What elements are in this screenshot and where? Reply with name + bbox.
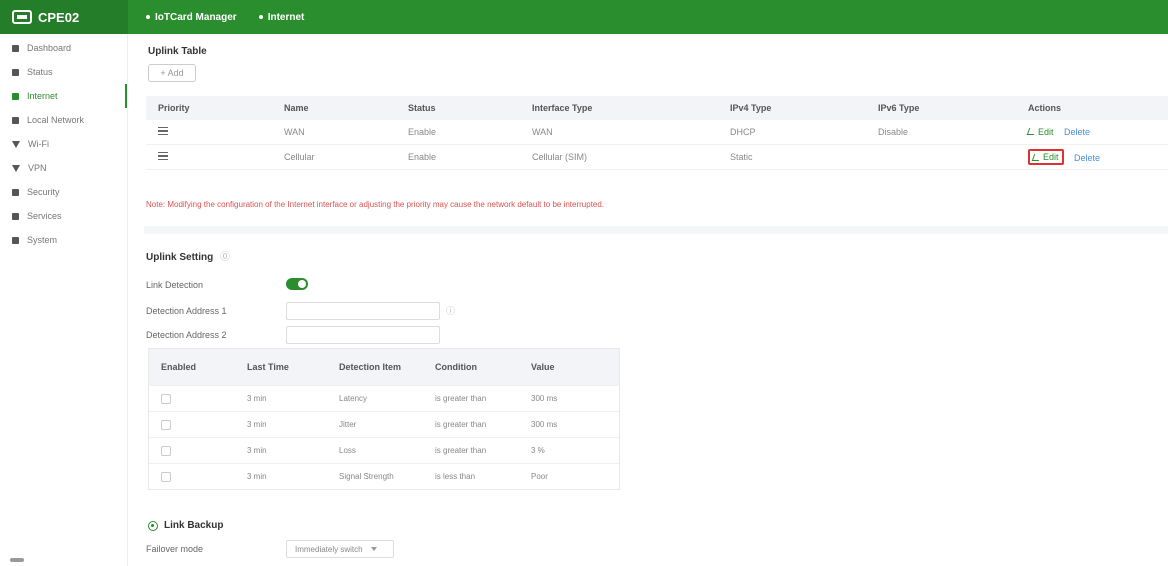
- sidebar-item-system[interactable]: System: [0, 228, 127, 252]
- edit-button[interactable]: Edit: [1026, 127, 1054, 137]
- table-row: 3 min Signal Strength is less than Poor: [149, 463, 619, 489]
- sidebar-item-wifi[interactable]: Wi-Fi: [0, 132, 127, 156]
- delete-button[interactable]: Delete: [1064, 127, 1090, 137]
- table-header: Enabled Last Time Detection Item Conditi…: [149, 349, 619, 385]
- sidebar-item-local-network[interactable]: Local Network: [0, 108, 127, 132]
- sidebar-item-services[interactable]: Services: [0, 204, 127, 228]
- top-bar: CPE02 IoTCard Manager Internet: [0, 0, 1168, 34]
- collapse-sidebar-icon[interactable]: [10, 558, 24, 562]
- table-row: 3 min Jitter is greater than 300 ms: [149, 411, 619, 437]
- link-detection-label: Link Detection: [146, 280, 204, 290]
- bullet-icon: [258, 15, 263, 19]
- help-icon[interactable]: ⓪: [220, 252, 230, 263]
- table-row: 3 min Loss is greater than 3 %: [149, 437, 619, 463]
- add-uplink-button[interactable]: + Add: [148, 64, 196, 82]
- bullet-icon: [146, 15, 150, 19]
- edit-icon: [1026, 128, 1037, 136]
- security-icon: [12, 188, 19, 196]
- dashboard-icon: [12, 44, 19, 52]
- logo-icon: [12, 10, 32, 24]
- services-icon: [12, 212, 19, 220]
- link-backup-title[interactable]: Link Backup: [148, 520, 223, 531]
- sidebar-item-vpn[interactable]: VPN: [0, 156, 127, 180]
- breadcrumb-item-internet[interactable]: Internet: [258, 12, 304, 23]
- app-logo[interactable]: CPE02: [0, 0, 128, 34]
- drag-handle-icon[interactable]: [158, 152, 168, 160]
- sidebar-item-status[interactable]: Status: [0, 60, 127, 84]
- detection-table: Enabled Last Time Detection Item Conditi…: [148, 348, 620, 490]
- warning-note: Note: Modifying the configuration of the…: [146, 200, 605, 209]
- delete-button[interactable]: Delete: [1074, 153, 1100, 163]
- table-header: Priority Name Status Interface Type IPv4…: [146, 96, 1168, 120]
- radio-icon[interactable]: [148, 520, 158, 531]
- edit-icon: [1031, 153, 1042, 161]
- wifi-icon: [12, 140, 20, 148]
- enabled-checkbox[interactable]: [161, 471, 171, 482]
- failover-mode-select[interactable]: Immediately switch: [286, 540, 394, 558]
- detection-address-2-input[interactable]: [286, 326, 440, 344]
- status-icon: [12, 68, 19, 76]
- detection-address-1-label: Detection Address 1: [146, 306, 227, 316]
- sidebar-item-security[interactable]: Security: [0, 180, 127, 204]
- enabled-checkbox[interactable]: [161, 445, 171, 456]
- table-row: Cellular Enable Cellular (SIM) Static Ed…: [146, 145, 1168, 170]
- detection-address-1-input[interactable]: [286, 302, 440, 320]
- info-icon[interactable]: ⓘ: [446, 304, 455, 317]
- link-detection-toggle[interactable]: [286, 278, 308, 290]
- breadcrumb: IoTCard Manager Internet: [128, 12, 304, 23]
- enabled-checkbox[interactable]: [161, 393, 171, 404]
- enabled-checkbox[interactable]: [161, 419, 171, 430]
- drag-handle-icon[interactable]: [158, 127, 168, 135]
- table-row: WAN Enable WAN DHCP Disable Edit Delete: [146, 120, 1168, 145]
- uplink-table: Priority Name Status Interface Type IPv4…: [146, 96, 1168, 170]
- uplink-table-title: Uplink Table: [148, 46, 207, 57]
- sidebar: Dashboard Status Internet Local Network …: [0, 34, 128, 566]
- main-content: Uplink Table + Add Priority Name Status …: [144, 34, 1168, 566]
- detection-address-2-label: Detection Address 2: [146, 330, 227, 340]
- logo-text: CPE02: [38, 9, 80, 25]
- vpn-icon: [12, 164, 20, 172]
- breadcrumb-item-iotcard[interactable]: IoTCard Manager: [146, 12, 237, 23]
- system-icon: [12, 236, 19, 244]
- uplink-setting-title: Uplink Setting ⓪: [146, 252, 231, 263]
- failover-mode-label: Failover mode: [146, 544, 204, 554]
- table-row: 3 min Latency is greater than 300 ms: [149, 385, 619, 411]
- internet-icon: [12, 92, 19, 100]
- section-divider: [144, 226, 1168, 234]
- sidebar-item-internet[interactable]: Internet: [0, 84, 127, 108]
- chevron-down-icon: [370, 547, 377, 551]
- sidebar-item-dashboard[interactable]: Dashboard: [0, 36, 127, 60]
- local-network-icon: [12, 116, 19, 124]
- edit-button[interactable]: Edit: [1028, 149, 1064, 165]
